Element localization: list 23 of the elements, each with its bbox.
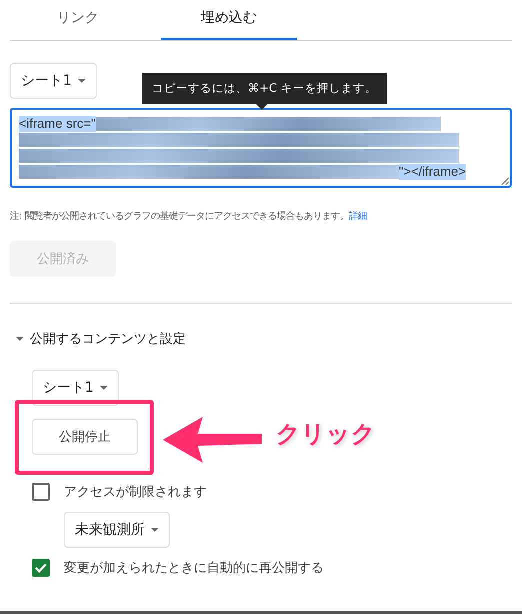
caret-icon [100, 386, 108, 390]
tab[interactable]: 埋め込む [161, 0, 297, 40]
embed-code-field[interactable]: <iframe src=" "></iframe> [10, 108, 512, 188]
annotation-label: クリック [276, 419, 376, 450]
sheet-dropdown[interactable]: シート1 [10, 63, 97, 99]
checkbox[interactable] [32, 559, 50, 577]
details-link[interactable]: 詳細 [349, 211, 368, 222]
arrow-icon [163, 417, 263, 463]
caret-icon [78, 79, 86, 83]
stop-publishing-button[interactable]: 公開停止 [32, 419, 138, 455]
caret-icon [151, 528, 159, 532]
tooltip-pointer-icon [256, 104, 268, 110]
option-label: 変更が加えられたときに自動的に再公開する [64, 560, 324, 577]
option-label: アクセスが制限されます [64, 484, 207, 501]
organization-dropdown[interactable]: 未来観測所 [64, 512, 170, 548]
code-text: <iframe src=" [19, 116, 96, 132]
note-text: 注: 閲覧者が公開されているグラフの基礎データにアクセスできる場合もあります。詳細 [10, 210, 368, 223]
section-title: 公開するコンテンツと設定 [30, 331, 186, 348]
code-text: "></iframe> [399, 164, 466, 180]
resize-grip-icon [501, 177, 509, 185]
checkbox[interactable] [32, 483, 50, 501]
expand-caret-icon[interactable] [16, 337, 24, 341]
tab[interactable]: リンク [10, 0, 146, 40]
